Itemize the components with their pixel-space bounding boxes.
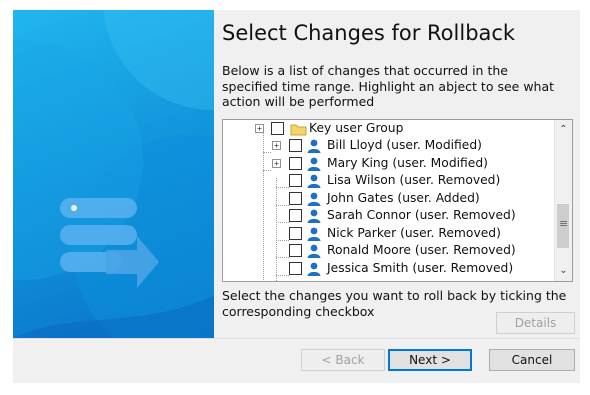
- banner-artwork: [13, 10, 214, 338]
- page-title: Select Changes for Rollback: [222, 21, 516, 45]
- page-description: Below is a list of changes that occurred…: [222, 63, 555, 109]
- tree-item-ronald-moore[interactable]: Ronald Moore (user. Removed): [223, 242, 553, 260]
- details-button[interactable]: Details: [496, 312, 575, 334]
- footer-separator: [13, 338, 580, 339]
- user-icon: [307, 157, 321, 171]
- item-checkbox[interactable]: [289, 139, 302, 152]
- user-icon: [307, 192, 321, 206]
- back-button[interactable]: < Back: [301, 349, 385, 371]
- user-icon: [307, 262, 321, 276]
- tree-item-john-gates[interactable]: John Gates (user. Added): [223, 190, 553, 208]
- user-icon: [307, 227, 321, 241]
- tree-group-row[interactable]: + Key user Group: [223, 120, 553, 138]
- grip-icon: ≡: [559, 217, 569, 230]
- user-icon: [307, 139, 321, 153]
- item-checkbox[interactable]: [289, 192, 302, 205]
- tree-item-lisa-wilson[interactable]: Lisa Wilson (user. Removed): [223, 172, 553, 190]
- group-checkbox[interactable]: [271, 122, 284, 135]
- tree-item-nick-parker[interactable]: Nick Parker (user. Removed): [223, 225, 553, 243]
- tree-scrollbar[interactable]: ⌃ ≡ ⌄: [554, 120, 572, 281]
- changes-tree[interactable]: + Key user Group + Bill Lloyd (user. Mod…: [222, 119, 573, 282]
- tree-item-bill-lloyd[interactable]: + Bill Lloyd (user. Modified): [223, 137, 553, 155]
- tree-item-sarah-connor[interactable]: Sarah Connor (user. Removed): [223, 207, 553, 225]
- item-label: Jessica Smith (user. Removed): [327, 261, 514, 275]
- expand-icon[interactable]: +: [255, 124, 264, 133]
- item-checkbox[interactable]: [289, 262, 302, 275]
- user-icon: [307, 174, 321, 188]
- expand-icon[interactable]: +: [272, 159, 281, 168]
- tree-item-jessica-smith[interactable]: Jessica Smith (user. Removed): [223, 260, 553, 278]
- item-label: John Gates (user. Added): [327, 191, 480, 205]
- item-label: Ronald Moore (user. Removed): [327, 243, 516, 257]
- scroll-up-arrow-icon[interactable]: ⌃: [555, 121, 572, 138]
- wizard-content: Select Changes for Rollback Below is a l…: [214, 10, 580, 338]
- group-label: Key user Group: [309, 121, 404, 135]
- expand-icon[interactable]: +: [272, 141, 281, 150]
- item-label: Bill Lloyd (user. Modified): [327, 138, 482, 152]
- scroll-thumb[interactable]: ≡: [557, 204, 569, 248]
- item-checkbox[interactable]: [289, 227, 302, 240]
- item-label: Lisa Wilson (user. Removed): [327, 173, 501, 187]
- item-label: Mary King (user. Modified): [327, 156, 488, 170]
- cancel-button[interactable]: Cancel: [489, 349, 575, 371]
- item-checkbox[interactable]: [289, 174, 302, 187]
- item-label: Sarah Connor (user. Removed): [327, 208, 516, 222]
- item-checkbox[interactable]: [289, 244, 302, 257]
- user-icon: [307, 244, 321, 258]
- scroll-down-arrow-icon[interactable]: ⌄: [555, 262, 572, 279]
- rollback-wizard-window: Select Changes for Rollback Below is a l…: [13, 10, 580, 383]
- next-button[interactable]: Next >: [388, 349, 472, 371]
- item-label: Nick Parker (user. Removed): [327, 226, 501, 240]
- tree-item-mary-king[interactable]: + Mary King (user. Modified): [223, 155, 553, 173]
- folder-icon: [290, 124, 307, 136]
- user-icon: [307, 209, 321, 223]
- item-checkbox[interactable]: [289, 209, 302, 222]
- wizard-banner: [13, 10, 214, 338]
- item-checkbox[interactable]: [289, 157, 302, 170]
